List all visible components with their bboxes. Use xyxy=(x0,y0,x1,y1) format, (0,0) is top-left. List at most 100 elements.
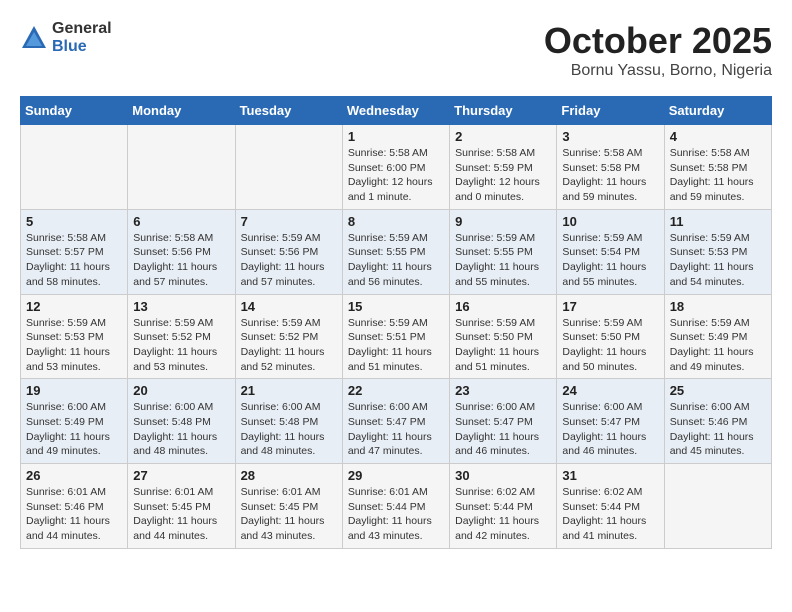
day-number: 15 xyxy=(348,299,444,314)
week-row-5: 26 Sunrise: 6:01 AM Sunset: 5:46 PM Dayli… xyxy=(21,464,772,549)
day-info: Sunrise: 5:58 AM Sunset: 5:58 PM Dayligh… xyxy=(562,146,658,205)
day-number: 16 xyxy=(455,299,551,314)
day-of-week-thursday: Thursday xyxy=(450,97,557,125)
calendar-cell: 5 Sunrise: 5:58 AM Sunset: 5:57 PM Daylig… xyxy=(21,209,128,294)
calendar-cell: 10 Sunrise: 5:59 AM Sunset: 5:54 PM Dayli… xyxy=(557,209,664,294)
logo: General Blue xyxy=(20,20,112,55)
day-info: Sunrise: 6:00 AM Sunset: 5:48 PM Dayligh… xyxy=(241,400,337,459)
calendar-cell: 16 Sunrise: 5:59 AM Sunset: 5:50 PM Dayli… xyxy=(450,294,557,379)
day-info: Sunrise: 6:00 AM Sunset: 5:47 PM Dayligh… xyxy=(562,400,658,459)
calendar-cell: 15 Sunrise: 5:59 AM Sunset: 5:51 PM Dayli… xyxy=(342,294,449,379)
day-number: 5 xyxy=(26,214,122,229)
day-info: Sunrise: 6:00 AM Sunset: 5:46 PM Dayligh… xyxy=(670,400,766,459)
day-info: Sunrise: 6:02 AM Sunset: 5:44 PM Dayligh… xyxy=(562,485,658,544)
calendar-cell: 29Sunrise: 6:01 AM Sunset: 5:44 PM Dayli… xyxy=(342,464,449,549)
day-number: 21 xyxy=(241,383,337,398)
calendar-cell: 11 Sunrise: 5:59 AM Sunset: 5:53 PM Dayli… xyxy=(664,209,771,294)
calendar-cell: 7 Sunrise: 5:59 AM Sunset: 5:56 PM Daylig… xyxy=(235,209,342,294)
logo-general: General xyxy=(52,20,112,38)
day-info: Sunrise: 5:59 AM Sunset: 5:55 PM Dayligh… xyxy=(455,231,551,290)
day-info: Sunrise: 5:58 AM Sunset: 5:59 PM Dayligh… xyxy=(455,146,551,205)
calendar-cell xyxy=(664,464,771,549)
day-number: 13 xyxy=(133,299,229,314)
calendar-cell: 26 Sunrise: 6:01 AM Sunset: 5:46 PM Dayli… xyxy=(21,464,128,549)
day-info: Sunrise: 5:59 AM Sunset: 5:52 PM Dayligh… xyxy=(241,316,337,375)
day-number: 10 xyxy=(562,214,658,229)
day-number: 23 xyxy=(455,383,551,398)
day-info: Sunrise: 5:59 AM Sunset: 5:55 PM Dayligh… xyxy=(348,231,444,290)
calendar-cell: 6Sunrise: 5:58 AM Sunset: 5:56 PM Daylig… xyxy=(128,209,235,294)
calendar-cell: 19Sunrise: 6:00 AM Sunset: 5:49 PM Dayli… xyxy=(21,379,128,464)
day-number: 7 xyxy=(241,214,337,229)
week-row-4: 19Sunrise: 6:00 AM Sunset: 5:49 PM Dayli… xyxy=(21,379,772,464)
calendar-cell: 21 Sunrise: 6:00 AM Sunset: 5:48 PM Dayli… xyxy=(235,379,342,464)
day-info: Sunrise: 6:00 AM Sunset: 5:48 PM Dayligh… xyxy=(133,400,229,459)
calendar-cell: 4 Sunrise: 5:58 AM Sunset: 5:58 PM Daylig… xyxy=(664,125,771,210)
calendar-cell: 17 Sunrise: 5:59 AM Sunset: 5:50 PM Dayli… xyxy=(557,294,664,379)
calendar-cell: 28 Sunrise: 6:01 AM Sunset: 5:45 PM Dayli… xyxy=(235,464,342,549)
logo-blue: Blue xyxy=(52,38,112,56)
day-info: Sunrise: 5:58 AM Sunset: 6:00 PM Dayligh… xyxy=(348,146,444,205)
day-number: 4 xyxy=(670,129,766,144)
calendar-cell: 18Sunrise: 5:59 AM Sunset: 5:49 PM Dayli… xyxy=(664,294,771,379)
page-header: General Blue October 2025 Bornu Yassu, B… xyxy=(20,20,772,80)
calendar-cell: 27 Sunrise: 6:01 AM Sunset: 5:45 PM Dayli… xyxy=(128,464,235,549)
day-number: 25 xyxy=(670,383,766,398)
calendar-cell: 22Sunrise: 6:00 AM Sunset: 5:47 PM Dayli… xyxy=(342,379,449,464)
title-block: October 2025 Bornu Yassu, Borno, Nigeria xyxy=(544,20,772,80)
location-title: Bornu Yassu, Borno, Nigeria xyxy=(544,62,772,80)
calendar-cell: 13 Sunrise: 5:59 AM Sunset: 5:52 PM Dayli… xyxy=(128,294,235,379)
calendar-cell xyxy=(128,125,235,210)
calendar-cell: 8Sunrise: 5:59 AM Sunset: 5:55 PM Daylig… xyxy=(342,209,449,294)
calendar-table: SundayMondayTuesdayWednesdayThursdayFrid… xyxy=(20,96,772,549)
day-info: Sunrise: 5:59 AM Sunset: 5:56 PM Dayligh… xyxy=(241,231,337,290)
day-number: 22 xyxy=(348,383,444,398)
day-number: 28 xyxy=(241,468,337,483)
day-number: 24 xyxy=(562,383,658,398)
day-info: Sunrise: 6:01 AM Sunset: 5:45 PM Dayligh… xyxy=(241,485,337,544)
day-of-week-friday: Friday xyxy=(557,97,664,125)
day-of-week-monday: Monday xyxy=(128,97,235,125)
day-number: 26 xyxy=(26,468,122,483)
day-number: 3 xyxy=(562,129,658,144)
calendar-cell: 12Sunrise: 5:59 AM Sunset: 5:53 PM Dayli… xyxy=(21,294,128,379)
day-number: 17 xyxy=(562,299,658,314)
day-info: Sunrise: 6:00 AM Sunset: 5:47 PM Dayligh… xyxy=(455,400,551,459)
day-number: 18 xyxy=(670,299,766,314)
calendar-cell: 1 Sunrise: 5:58 AM Sunset: 6:00 PM Daylig… xyxy=(342,125,449,210)
day-info: Sunrise: 5:59 AM Sunset: 5:50 PM Dayligh… xyxy=(562,316,658,375)
calendar-cell: 23 Sunrise: 6:00 AM Sunset: 5:47 PM Dayli… xyxy=(450,379,557,464)
day-number: 14 xyxy=(241,299,337,314)
logo-icon xyxy=(20,24,48,52)
day-info: Sunrise: 5:59 AM Sunset: 5:51 PM Dayligh… xyxy=(348,316,444,375)
day-info: Sunrise: 5:58 AM Sunset: 5:57 PM Dayligh… xyxy=(26,231,122,290)
calendar-cell: 24 Sunrise: 6:00 AM Sunset: 5:47 PM Dayli… xyxy=(557,379,664,464)
day-of-week-tuesday: Tuesday xyxy=(235,97,342,125)
day-number: 1 xyxy=(348,129,444,144)
week-row-1: 1 Sunrise: 5:58 AM Sunset: 6:00 PM Daylig… xyxy=(21,125,772,210)
day-info: Sunrise: 5:59 AM Sunset: 5:50 PM Dayligh… xyxy=(455,316,551,375)
day-info: Sunrise: 6:01 AM Sunset: 5:45 PM Dayligh… xyxy=(133,485,229,544)
calendar-cell xyxy=(235,125,342,210)
day-number: 27 xyxy=(133,468,229,483)
day-info: Sunrise: 5:59 AM Sunset: 5:53 PM Dayligh… xyxy=(26,316,122,375)
day-number: 20 xyxy=(133,383,229,398)
day-info: Sunrise: 6:02 AM Sunset: 5:44 PM Dayligh… xyxy=(455,485,551,544)
day-info: Sunrise: 6:01 AM Sunset: 5:46 PM Dayligh… xyxy=(26,485,122,544)
calendar-cell: 14 Sunrise: 5:59 AM Sunset: 5:52 PM Dayli… xyxy=(235,294,342,379)
day-info: Sunrise: 5:58 AM Sunset: 5:58 PM Dayligh… xyxy=(670,146,766,205)
calendar-cell xyxy=(21,125,128,210)
day-of-week-sunday: Sunday xyxy=(21,97,128,125)
calendar-cell: 31 Sunrise: 6:02 AM Sunset: 5:44 PM Dayli… xyxy=(557,464,664,549)
day-info: Sunrise: 6:01 AM Sunset: 5:44 PM Dayligh… xyxy=(348,485,444,544)
day-info: Sunrise: 5:59 AM Sunset: 5:52 PM Dayligh… xyxy=(133,316,229,375)
day-number: 11 xyxy=(670,214,766,229)
day-number: 2 xyxy=(455,129,551,144)
day-number: 30 xyxy=(455,468,551,483)
calendar-body: 1 Sunrise: 5:58 AM Sunset: 6:00 PM Daylig… xyxy=(21,125,772,549)
day-number: 9 xyxy=(455,214,551,229)
day-info: Sunrise: 5:59 AM Sunset: 5:54 PM Dayligh… xyxy=(562,231,658,290)
day-info: Sunrise: 5:59 AM Sunset: 5:53 PM Dayligh… xyxy=(670,231,766,290)
calendar-cell: 20 Sunrise: 6:00 AM Sunset: 5:48 PM Dayli… xyxy=(128,379,235,464)
day-number: 31 xyxy=(562,468,658,483)
